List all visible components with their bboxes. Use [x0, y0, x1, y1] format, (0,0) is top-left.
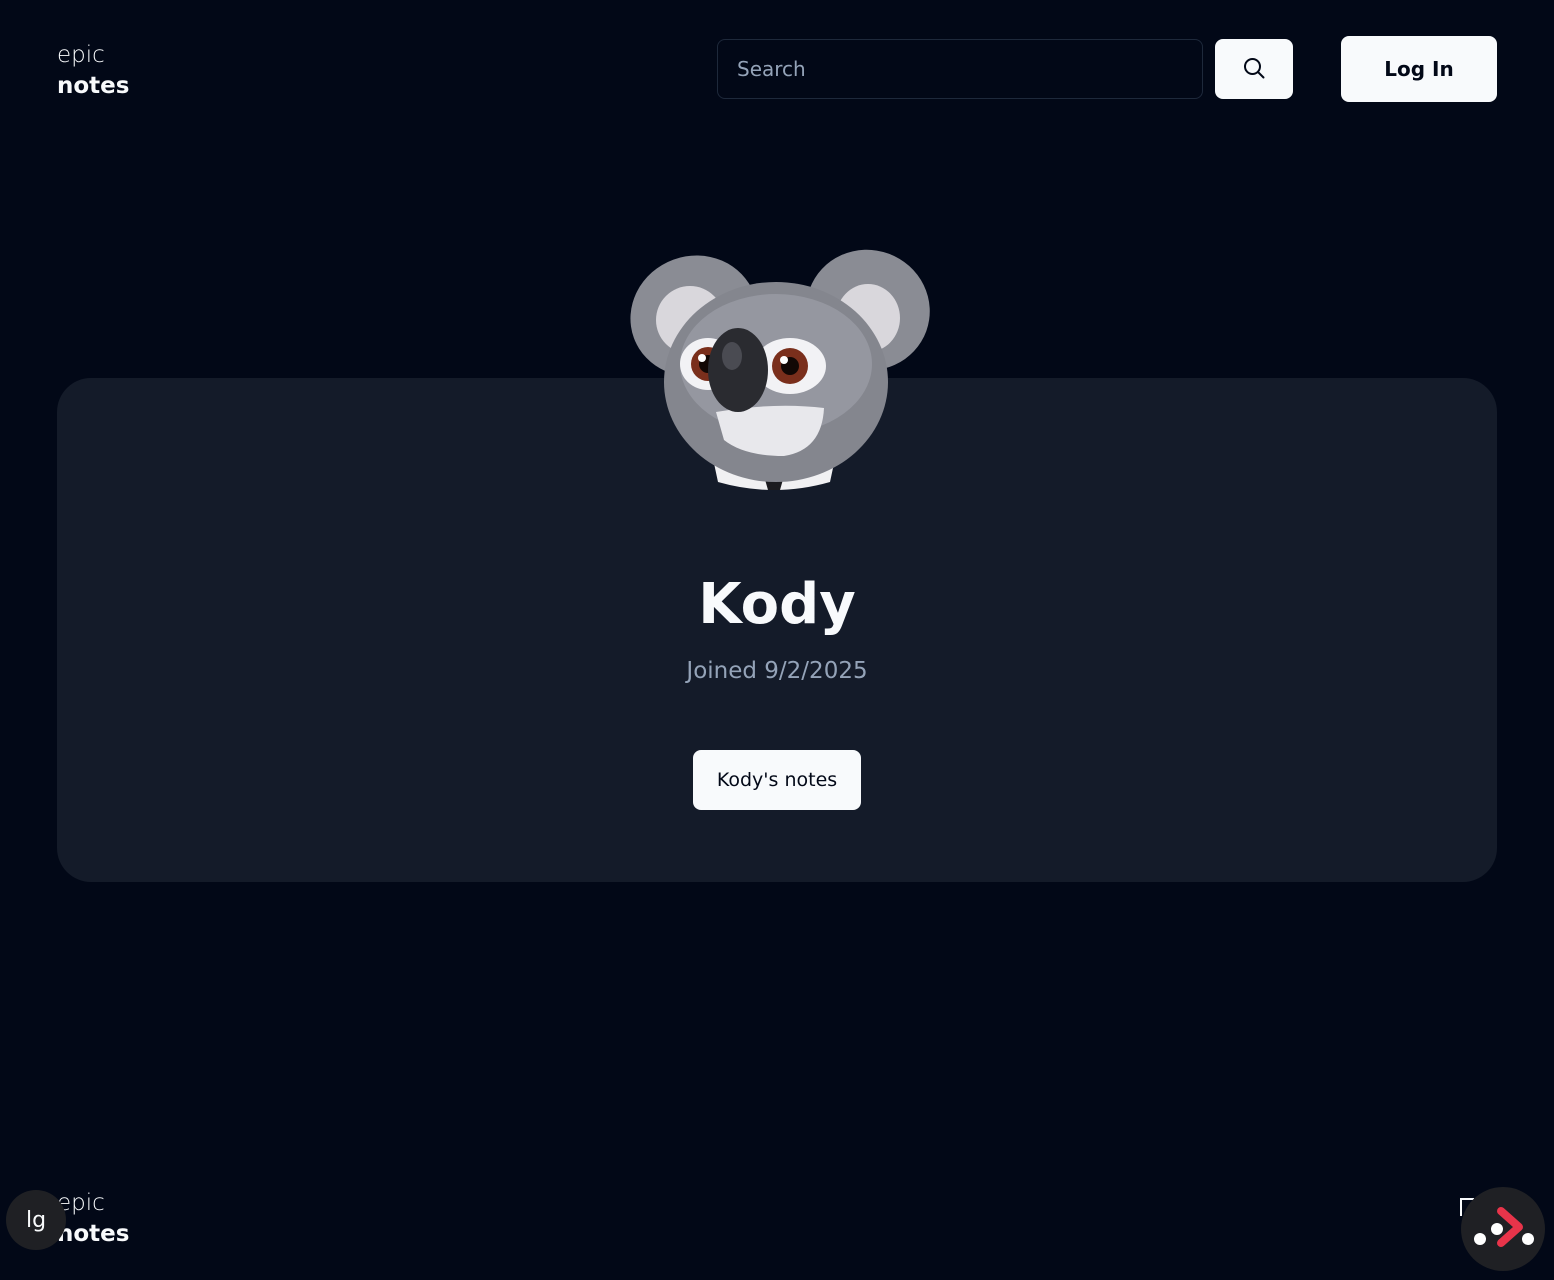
home-logo-link[interactable]: epic notes	[57, 40, 129, 102]
footer-home-logo-link[interactable]: epic notes	[57, 1188, 129, 1250]
breakpoint-indicator: lg	[6, 1190, 66, 1250]
profile-avatar	[624, 244, 930, 494]
login-button[interactable]: Log In	[1341, 36, 1497, 102]
profile-joined-date: Joined 9/2/2025	[686, 658, 868, 684]
site-header: epic notes Log In	[0, 0, 1554, 140]
profile-name: Kody	[698, 572, 856, 637]
logo-text-notes: notes	[57, 73, 130, 100]
footer-logo-text-notes: notes	[57, 1221, 130, 1248]
user-notes-button[interactable]: Kody's notes	[693, 750, 861, 810]
search-input[interactable]	[717, 39, 1203, 99]
devtools-button[interactable]	[1461, 1187, 1545, 1271]
search-form	[717, 39, 1293, 99]
search-button[interactable]	[1215, 39, 1293, 99]
devtools-logo-icon	[1471, 1205, 1535, 1253]
logo-text-epic: epic	[57, 42, 105, 68]
footer-logo-text-epic: epic	[57, 1190, 105, 1216]
search-icon	[1242, 56, 1266, 83]
